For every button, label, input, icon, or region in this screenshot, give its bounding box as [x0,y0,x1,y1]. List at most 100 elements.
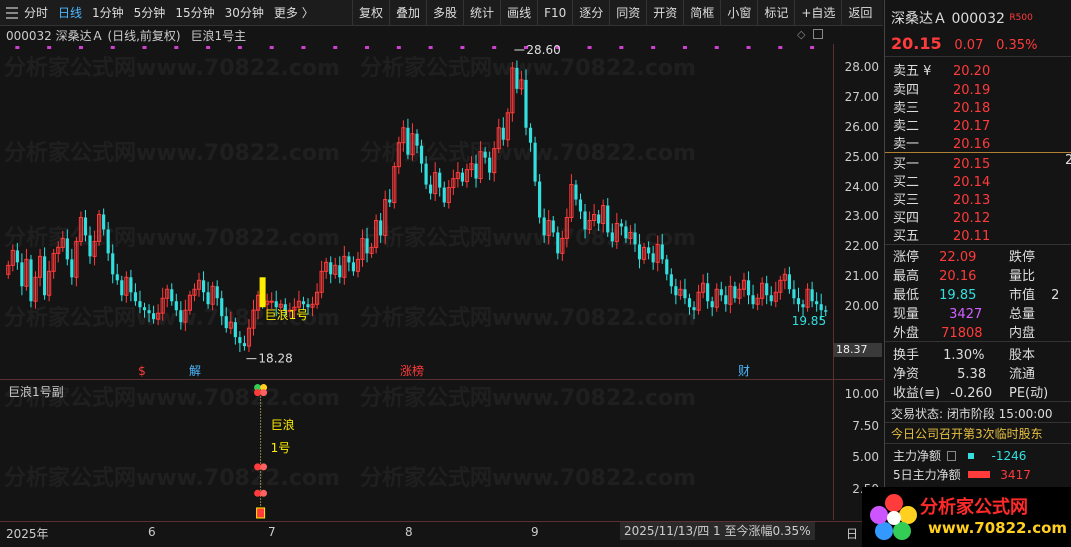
draw-line-button[interactable]: 画线 [500,0,537,26]
candle-body [574,184,578,200]
f10-button[interactable]: F10 [537,0,572,26]
candle-body [220,298,224,317]
stat-inner-volume: 内盘 [1009,326,1036,341]
stat-eps: 收益(≡) -0.260 [893,386,993,401]
indicator-name[interactable]: 巨浪1号主 [190,29,246,43]
tf-more[interactable]: 更多 〉 [269,0,319,26]
event-marker[interactable]: 涨榜 [400,363,424,378]
back-button[interactable]: 返回 [841,0,878,26]
candle-body [787,274,791,290]
sub-tick: 10.00 [844,387,879,402]
open-capital-button[interactable]: 开资 [646,0,683,26]
add-watchlist-button[interactable]: +自选 [794,0,841,26]
candle-body [365,238,369,254]
sub-indicator-chart[interactable]: 巨浪 1号 [0,380,833,521]
maximize-icon[interactable] [813,29,824,39]
stock-title: 000032 深桑达Ａ (日线,前复权) [6,29,181,43]
tf-daily[interactable]: 日线 [53,0,87,26]
candle-body [647,247,651,254]
candle-body [669,274,673,287]
ask-row-1[interactable]: 卖一 20.16 [893,133,1003,153]
candle-body [115,274,119,281]
top-signal-dot [174,46,179,49]
ask-row-2[interactable]: 卖二 20.17 [893,115,1003,135]
same-capital-button[interactable]: 同资 [609,0,646,26]
candle-body [801,304,805,308]
candle-body [724,295,728,305]
stat-total-volume: 总量 [1009,307,1036,322]
stats-button[interactable]: 统计 [463,0,500,26]
price-change: 0.07 [954,38,984,53]
candle-body [633,232,637,245]
candle-body [170,289,174,302]
top-signal-dot [365,46,370,49]
candle-body [238,337,242,344]
menu-grip-icon[interactable] [6,7,18,19]
candle-body [665,259,669,275]
candle-body [419,145,424,164]
multi-stock-button[interactable]: 多股 [426,0,463,26]
price-tick: 28.00 [844,59,879,74]
candle-body [406,127,410,155]
ask-row-4[interactable]: 卖四 20.19 [893,79,1003,99]
fuquan-button[interactable]: 复权 [352,0,389,26]
overlay-button[interactable]: 叠加 [389,0,426,26]
candle-body [488,157,492,173]
candle-body [20,262,24,287]
date-label: 7 [268,525,276,539]
tf-5min[interactable]: 5分钟 [129,0,171,26]
candle-body [120,280,124,296]
candle-body [438,172,442,188]
company-notice[interactable]: 今日公司召开第3次临时股东 [891,425,1043,442]
top-signal-dot [810,46,815,49]
tf-30min[interactable]: 30分钟 [220,0,269,26]
stat-current-volume: 现量 3427 [893,307,983,322]
ask-row-5[interactable]: 卖五 ¥20.20 [893,60,1003,80]
stat-turnover: 换手 1.30% [893,348,985,363]
main-net-flow[interactable]: 主力净额 -1246 [893,447,1026,464]
five-day-net-flow[interactable]: 5日主力净额 3417 [893,466,1031,483]
event-marker[interactable]: 解 [189,364,201,378]
cursor-price-box: 18.37 [834,343,882,357]
candle-body [792,289,796,299]
ask-row-3[interactable]: 卖三 20.18 [893,97,1003,117]
candle-body [111,253,115,275]
candlestick-chart[interactable]: 巨浪1号 28.60 18.28 19.85 $ 解 涨榜 财 [0,44,833,379]
candle-body [215,286,219,299]
date-label: 9 [531,525,539,539]
candle-body [442,187,446,203]
tf-15min[interactable]: 15分钟 [170,0,219,26]
mark-button[interactable]: 标记 [757,0,794,26]
diamond-icon[interactable]: ◇ [797,28,805,41]
candle-body [733,286,737,299]
logo-line1: 分析家公式网 [920,497,1028,518]
tf-1min[interactable]: 1分钟 [87,0,129,26]
candle-body [29,259,33,302]
by-minute-button[interactable]: 逐分 [572,0,609,26]
bid-row-4[interactable]: 买四 20.12 [893,207,1003,227]
price-tick: 23.00 [844,209,879,224]
candle-body [424,163,428,185]
top-signal-dot [47,46,52,49]
bid-row-2[interactable]: 买二 20.14 [893,171,1003,191]
bid-row-5[interactable]: 买五 20.11 [893,225,1003,245]
candle-body [206,292,210,305]
candle-body [269,300,274,303]
candle-body [578,199,583,212]
candle-body [692,307,696,311]
top-signal-dot [301,46,306,49]
simple-frame-button[interactable]: 简框 [683,0,720,26]
top-signal-dot [206,46,211,49]
bid-row-3[interactable]: 买三 20.13 [893,189,1003,209]
event-marker[interactable]: $ [138,364,146,378]
event-marker[interactable]: 财 [738,364,750,378]
small-window-button[interactable]: 小窗 [720,0,757,26]
high-price-label: 28.60 [526,44,560,57]
sub-tick: 7.50 [852,418,879,433]
low-price-label: 18.28 [258,352,292,366]
candle-body [43,256,47,296]
trade-status: 交易状态: 闭市阶段 15:00:00 [891,407,1053,421]
chart-window-controls: ◇ [797,28,824,41]
price-tick: 20.00 [844,299,879,314]
bid-row-1[interactable]: 买一 20.15 2 [893,153,1071,173]
